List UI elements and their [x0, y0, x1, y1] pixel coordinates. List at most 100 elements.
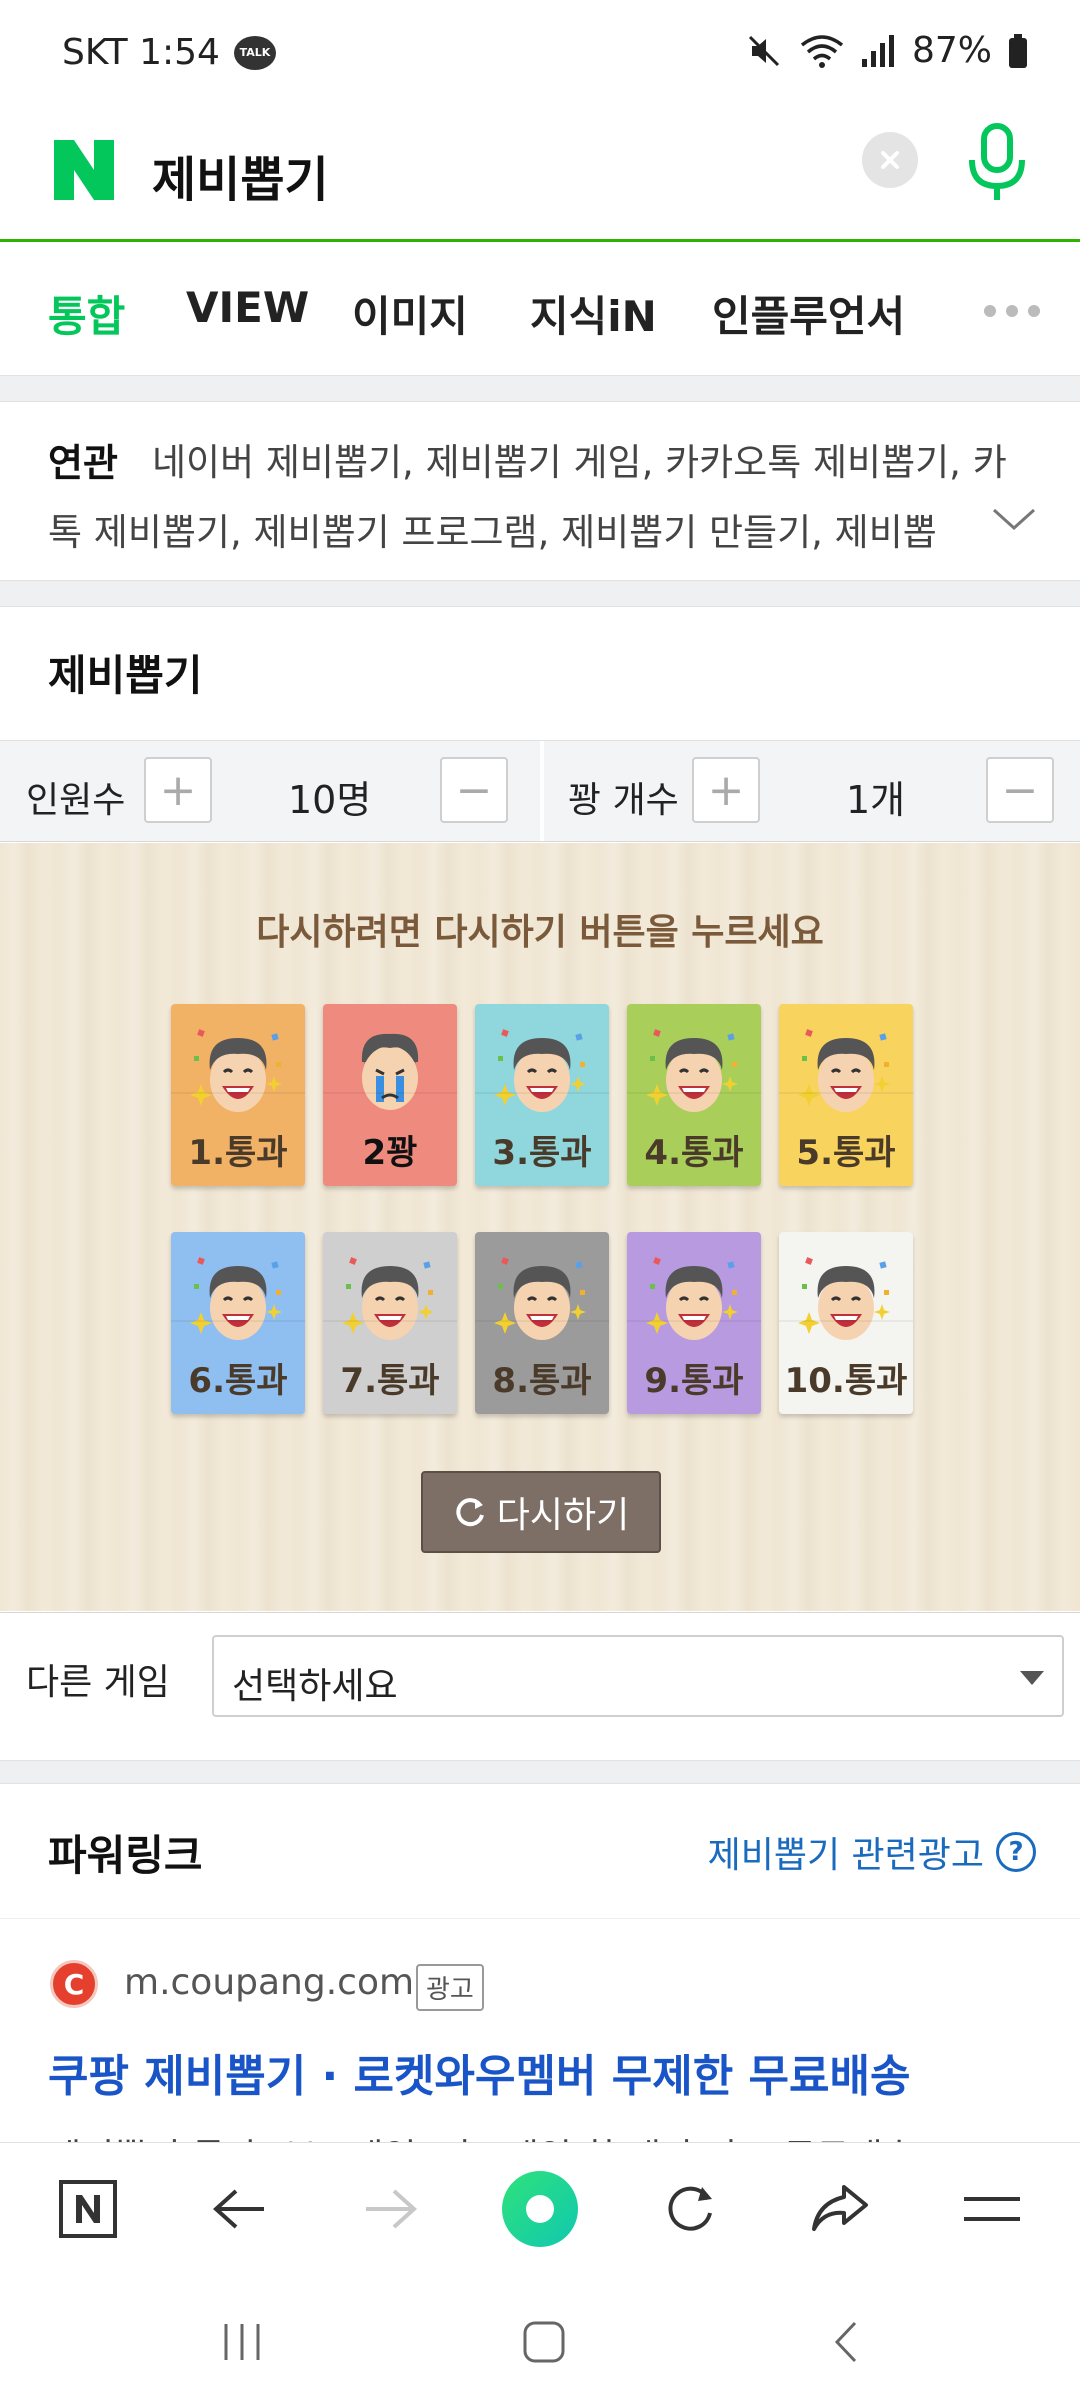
other-game-select[interactable]: 선택하세요 [212, 1635, 1064, 1717]
arrow-left-icon [213, 2189, 264, 2229]
related-label: 연관 [48, 441, 118, 485]
naver-home-button[interactable] [48, 2169, 128, 2249]
arrow-right-icon [366, 2189, 417, 2229]
tab-view[interactable]: VIEW [186, 283, 309, 332]
naver-logo-icon[interactable] [52, 138, 116, 202]
naver-home-icon [59, 2180, 117, 2238]
bomb-plus-button[interactable]: + [692, 757, 760, 823]
happy-face-icon [646, 1257, 738, 1340]
back-button[interactable] [200, 2169, 280, 2249]
green-dot-button[interactable] [500, 2169, 580, 2249]
card-label: 2꽝 [362, 1133, 418, 1173]
ad-domain[interactable]: m.coupang.com [124, 1962, 414, 2003]
chevron-left-icon [834, 2321, 857, 2363]
share-button[interactable] [800, 2169, 880, 2249]
card-fold [779, 1092, 913, 1094]
status-bar: SKT 1:54 TALK 87% [0, 0, 1080, 110]
status-left: SKT 1:54 TALK [62, 32, 276, 73]
more-tabs-icon[interactable] [984, 305, 1040, 317]
carrier-time: SKT 1:54 [62, 32, 220, 73]
menu-button[interactable] [952, 2169, 1032, 2249]
lottery-card-pass[interactable]: 1.통과 [171, 1004, 305, 1186]
status-right: 87% [744, 30, 1028, 71]
refresh-icon [456, 1498, 484, 1527]
back-nav-button[interactable] [816, 2312, 876, 2372]
bomb-count-label: 꽝 개수 [568, 780, 679, 821]
happy-face-icon [342, 1257, 434, 1340]
related-searches: 네이버 제비뽑기, 제비뽑기 게임, 카카오톡 제비뽑기, 카톡 제비뽑기, 제… [0, 402, 1080, 580]
card-fold [475, 1320, 609, 1322]
coupang-favicon-icon: C [50, 1960, 98, 2008]
section-divider [0, 375, 1080, 402]
lottery-card-pass[interactable]: 8.통과 [475, 1232, 609, 1414]
recent-apps-button[interactable] [212, 2312, 272, 2372]
forward-button[interactable] [350, 2169, 430, 2249]
card-label: 4.통과 [644, 1133, 744, 1173]
hamburger-menu-icon [964, 2197, 1020, 2221]
card-label: 6.통과 [188, 1361, 288, 1401]
people-count-value: 10명 [288, 778, 372, 822]
related-ad-label: 제비뽑기 관련광고 [707, 1835, 984, 1876]
controls-divider [540, 741, 544, 841]
browser-toolbar [0, 2142, 1080, 2274]
related-ad-link[interactable]: 제비뽑기 관련광고 ? [708, 1826, 1036, 1878]
card-label: 8.통과 [492, 1361, 592, 1401]
bomb-minus-button[interactable]: − [986, 757, 1054, 823]
happy-face-icon [494, 1257, 586, 1340]
refresh-button[interactable] [650, 2169, 730, 2249]
home-button[interactable] [514, 2312, 574, 2372]
lottery-card-pass[interactable]: 9.통과 [627, 1232, 761, 1414]
chevron-down-icon[interactable] [990, 504, 1038, 534]
lottery-card-pass[interactable]: 3.통과 [475, 1004, 609, 1186]
lottery-board: 다시하려면 다시하기 버튼을 누르세요 1.통과 2꽝 3.통과 4.통과 5.통과 6.… [0, 843, 1080, 1611]
clear-search-button[interactable] [862, 132, 918, 188]
lottery-card-lose[interactable]: 2꽝 [323, 1004, 457, 1186]
lottery-card-pass[interactable]: 10.통과 [779, 1232, 913, 1414]
other-game-row: 다른 게임 선택하세요 [0, 1612, 1080, 1760]
help-icon[interactable]: ? [996, 1832, 1036, 1872]
system-nav-bar [0, 2274, 1080, 2400]
close-icon [881, 151, 899, 169]
search-input[interactable]: 제비뽑기 [152, 140, 329, 210]
microphone-icon[interactable] [962, 122, 1032, 202]
green-dot-icon [502, 2171, 578, 2247]
search-bar: 제비뽑기 [0, 110, 1080, 242]
game-controls: 인원수 + 10명 − 꽝 개수 + 1개 − [0, 740, 1080, 842]
crying-face-icon [361, 1033, 419, 1110]
tab-image[interactable]: 이미지 [352, 283, 468, 344]
happy-face-icon [646, 1029, 738, 1112]
happy-face-icon [494, 1029, 586, 1112]
ad-badge: 광고 [416, 1964, 484, 2011]
people-minus-button[interactable]: − [440, 757, 508, 823]
search-tabs: 통합 VIEW 이미지 지식iN 인플루언서 [0, 245, 1080, 375]
lottery-card-pass[interactable]: 5.통과 [779, 1004, 913, 1186]
refresh-icon [668, 2186, 712, 2231]
lottery-card-pass[interactable]: 6.통과 [171, 1232, 305, 1414]
card-fold [627, 1320, 761, 1322]
battery-percent: 87% [911, 30, 992, 71]
tab-knowledge-in[interactable]: 지식iN [530, 283, 657, 344]
dropdown-arrow-icon [1020, 1671, 1044, 1685]
card-label: 1.통과 [188, 1133, 288, 1173]
related-keywords[interactable]: 네이버 제비뽑기, 제비뽑기 게임, 카카오톡 제비뽑기, 카톡 제비뽑기, 제… [48, 428, 1028, 568]
recent-apps-icon [224, 2324, 260, 2360]
wifi-icon [800, 34, 844, 68]
tab-integrated[interactable]: 통합 [48, 283, 125, 344]
card-label: 10.통과 [784, 1361, 908, 1401]
ad-title-link[interactable]: 쿠팡 제비뽑기 · 로켓와우멤버 무제한 무료배송 [48, 2040, 910, 2104]
powerlink-title: 파워링크 [48, 1831, 203, 1880]
lottery-card-pass[interactable]: 4.통과 [627, 1004, 761, 1186]
people-plus-button[interactable]: + [144, 757, 212, 823]
kakaotalk-icon: TALK [233, 35, 276, 70]
card-fold [627, 1092, 761, 1094]
game-title: 제비뽑기 [48, 651, 203, 700]
tab-influencer[interactable]: 인플루언서 [712, 283, 905, 344]
other-game-label: 다른 게임 [26, 1662, 170, 1703]
lottery-card-pass[interactable]: 7.통과 [323, 1232, 457, 1414]
select-value: 선택하세요 [232, 1666, 398, 1707]
retry-button[interactable]: 다시하기 [421, 1471, 661, 1553]
card-fold [475, 1092, 609, 1094]
card-fold [323, 1092, 457, 1094]
card-label: 7.통과 [340, 1361, 440, 1401]
section-divider [0, 580, 1080, 607]
